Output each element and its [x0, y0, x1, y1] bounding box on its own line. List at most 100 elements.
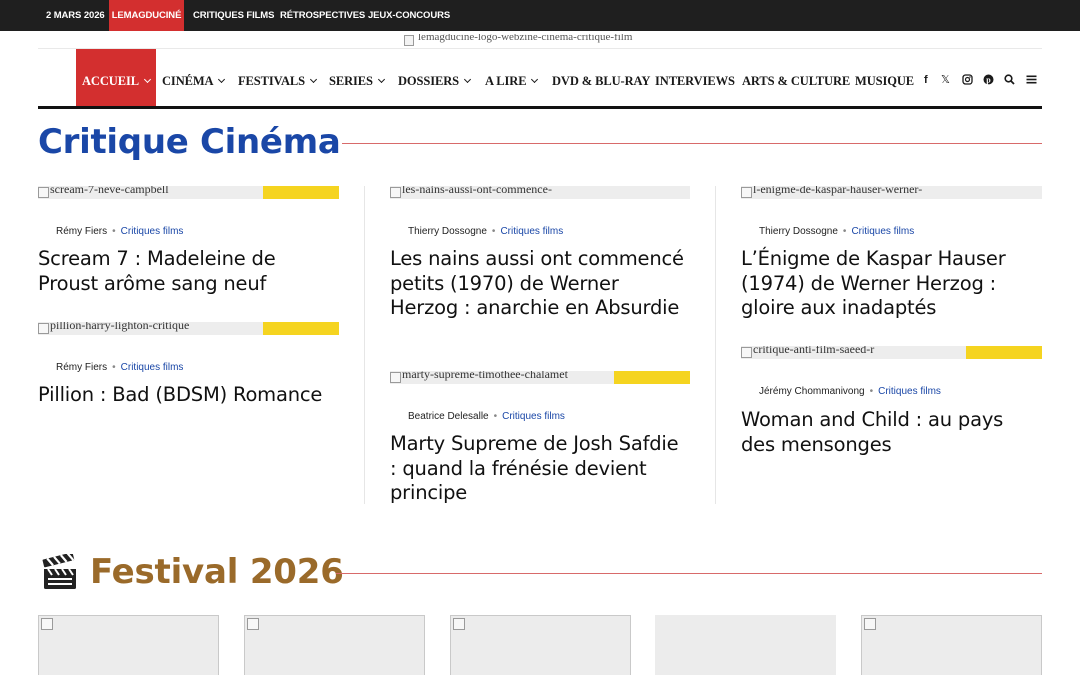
nav-item-musique[interactable]: MUSIQUE — [855, 49, 914, 106]
search-icon[interactable] — [1004, 74, 1015, 88]
article-category[interactable]: Critiques films — [500, 226, 563, 237]
meta-separator: • — [112, 362, 116, 373]
chevron-down-icon — [464, 75, 472, 84]
thumbnail-alt-text: marty-supreme-timothee-chalamet — [402, 371, 568, 381]
nav-label: SERIES — [329, 74, 373, 88]
article-category[interactable]: Critiques films — [502, 411, 565, 422]
article-author[interactable]: Rémy Fiers — [56, 226, 107, 237]
chevron-down-icon — [143, 75, 151, 84]
article-title[interactable]: Woman and Child : au pays des mensonges — [741, 408, 1041, 457]
article-category[interactable]: Critiques films — [121, 226, 184, 237]
festival-thumbnail[interactable] — [38, 615, 219, 675]
nav-item-dossiers[interactable]: DOSSIERS — [398, 49, 472, 106]
article-author[interactable]: Beatrice Delesalle — [408, 411, 489, 422]
meta-separator: • — [842, 226, 847, 237]
broken-image-icon — [453, 618, 465, 630]
broken-image-icon — [390, 187, 401, 198]
article-title[interactable]: Marty Supreme de Josh Safdie : quand la … — [390, 432, 690, 506]
logo-alt-text: lemagducine-logo-webzine-cinema-critique… — [418, 34, 633, 43]
nav-label: CINÉMA — [162, 74, 214, 88]
nav-label: ACCUEIL — [82, 74, 139, 88]
festival-thumbnail[interactable] — [655, 615, 836, 675]
nav-item-dvd-bluray[interactable]: DVD & BLU-RAY — [552, 49, 650, 106]
nav-item-cinema[interactable]: CINÉMA — [162, 49, 226, 106]
festival-thumbnail[interactable] — [861, 615, 1042, 675]
pinterest-icon[interactable]: p — [983, 74, 994, 88]
article-author[interactable]: Thierry Dossogne — [759, 226, 838, 237]
column-divider — [715, 186, 716, 504]
nav-item-series[interactable]: SERIES — [329, 49, 385, 106]
meta-separator: • — [493, 411, 498, 422]
article-meta: Thierry Dossogne • Critiques films — [759, 226, 914, 237]
broken-image-icon — [864, 618, 876, 630]
nav-label: FESTIVALS — [238, 74, 305, 88]
chevron-down-icon — [309, 75, 318, 84]
category-tag — [263, 186, 339, 199]
festival-thumbnail[interactable] — [450, 615, 631, 675]
broken-image-icon — [390, 372, 401, 383]
topbar-link-jeux-concours[interactable]: JEUX-CONCOURS — [368, 0, 450, 31]
section-title-critique[interactable]: Critique Cinéma — [38, 122, 341, 162]
article-title[interactable]: Scream 7 : Madeleine de Proust arôme san… — [38, 247, 338, 296]
festival-thumbnail[interactable] — [244, 615, 425, 675]
section-divider — [342, 143, 1042, 144]
article-category[interactable]: Critiques films — [121, 362, 184, 373]
svg-text:p: p — [986, 75, 991, 84]
nav-label: A LIRE — [485, 74, 527, 88]
article-author[interactable]: Rémy Fiers — [56, 362, 107, 373]
article-thumbnail[interactable]: scream-7-neve-campbell — [38, 186, 339, 199]
category-tag — [263, 322, 339, 335]
article-thumbnail[interactable]: les-nains-aussi-ont-commence- — [390, 186, 690, 199]
broken-image-icon — [247, 618, 259, 630]
article-thumbnail[interactable]: marty-supreme-timothee-chalamet — [390, 371, 690, 384]
section-title-festival[interactable]: Festival 2026 — [90, 552, 344, 592]
article-category[interactable]: Critiques films — [851, 226, 914, 237]
article-thumbnail[interactable]: pillion-harry-lighton-critique — [38, 322, 339, 335]
article-meta: Rémy Fiers • Critiques films — [56, 362, 183, 373]
nav-item-interviews[interactable]: INTERVIEWS — [655, 49, 735, 106]
article-meta: Thierry Dossogne • Critiques films — [408, 226, 563, 237]
chevron-down-icon — [218, 75, 226, 84]
broken-image-icon — [38, 323, 49, 334]
clapperboard-icon — [42, 554, 76, 589]
article-meta: Beatrice Delesalle • Critiques films — [408, 411, 565, 422]
site-logo[interactable]: lemagducine-logo-webzine-cinema-critique… — [404, 34, 680, 48]
nav-item-accueil[interactable]: ACCUEIL — [76, 49, 156, 106]
broken-image-icon — [741, 187, 752, 198]
x-icon[interactable]: 𝕏 — [941, 74, 950, 86]
topbar-link-retrospectives[interactable]: RÉTROSPECTIVES — [280, 0, 365, 31]
article-thumbnail[interactable]: l-enigme-de-kaspar-hauser-werner- — [741, 186, 1042, 199]
nav-divider — [38, 106, 1042, 109]
topbar-link-critiques-films[interactable]: CRITIQUES FILMS — [193, 0, 274, 31]
article-title[interactable]: Pillion : Bad (BDSM) Romance — [38, 383, 338, 408]
thumbnail-alt-text: les-nains-aussi-ont-commence- — [402, 186, 552, 196]
section-divider — [336, 573, 1042, 574]
broken-image-icon — [404, 35, 414, 46]
article-author[interactable]: Thierry Dossogne — [408, 226, 487, 237]
meta-separator: • — [869, 386, 874, 397]
nav-item-a-lire[interactable]: A LIRE — [485, 49, 539, 106]
chevron-down-icon — [377, 75, 385, 84]
facebook-icon[interactable]: f — [924, 74, 928, 86]
menu-icon[interactable] — [1026, 74, 1037, 88]
topbar-link-lemagducine[interactable]: LEMAGDUCINÉ — [109, 0, 184, 31]
article-meta: Rémy Fiers • Critiques films — [56, 226, 183, 237]
thumbnail-alt-text: pillion-harry-lighton-critique — [50, 322, 190, 332]
article-category[interactable]: Critiques films — [878, 386, 941, 397]
article-title[interactable]: L’Énigme de Kaspar Hauser (1974) de Wern… — [741, 247, 1041, 321]
nav-item-festivals[interactable]: FESTIVALS — [238, 49, 318, 106]
meta-separator: • — [112, 226, 116, 237]
current-date: 2 MARS 2026 — [46, 10, 105, 21]
article-thumbnail[interactable]: critique-anti-film-saeed-r — [741, 346, 1042, 359]
instagram-icon[interactable] — [962, 74, 973, 88]
nav-item-arts-culture[interactable]: ARTS & CULTURE — [742, 49, 850, 106]
article-title[interactable]: Les nains aussi ont commencé petits (197… — [390, 247, 690, 321]
article-author[interactable]: Jérémy Chommanivong — [759, 386, 865, 397]
top-bar: 2 MARS 2026 LEMAGDUCINÉ CRITIQUES FILMS … — [0, 0, 1080, 31]
chevron-down-icon — [531, 75, 539, 84]
thumbnail-alt-text: critique-anti-film-saeed-r — [753, 346, 875, 356]
nav-label: DOSSIERS — [398, 74, 460, 88]
broken-image-icon — [41, 618, 53, 630]
article-meta: Jérémy Chommanivong • Critiques films — [759, 386, 941, 397]
meta-separator: • — [491, 226, 496, 237]
